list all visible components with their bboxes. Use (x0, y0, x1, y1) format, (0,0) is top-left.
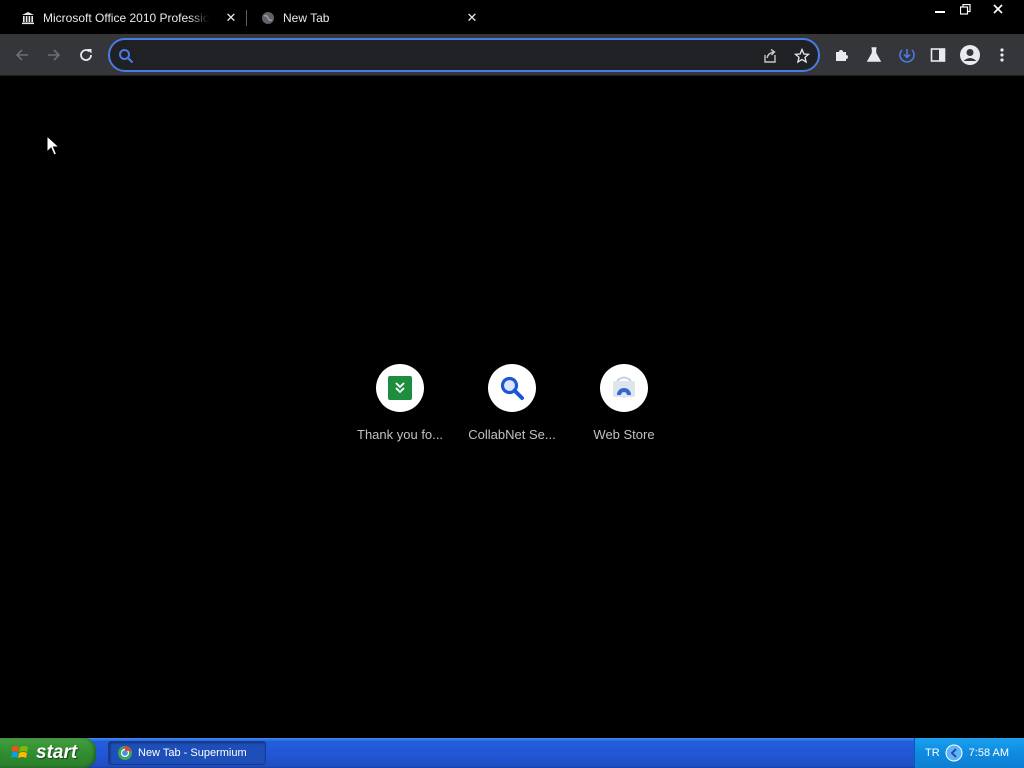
puzzle-icon (836, 50, 848, 61)
arrow-right-icon (48, 49, 61, 61)
taskbar-item-label: New Tab - Supermium (138, 747, 247, 759)
shortcut-tile[interactable]: Web Store (568, 363, 680, 453)
windows-logo-icon (11, 746, 28, 758)
bookmark-star-icon[interactable] (792, 46, 812, 66)
mouse-cursor-icon (46, 135, 60, 156)
side-panel-button[interactable] (926, 43, 950, 67)
side-panel-icon (930, 48, 946, 62)
labs-button[interactable] (862, 43, 886, 67)
shortcut-icon-circle (376, 364, 424, 412)
avatar-icon (960, 45, 980, 65)
address-input[interactable] (144, 46, 744, 66)
tab-office[interactable]: Microsoft Office 2010 Professional P ✕ (14, 2, 246, 34)
shortcut-icon-circle (488, 364, 536, 412)
language-indicator[interactable]: TR (925, 747, 940, 759)
search-icon (116, 46, 136, 66)
taskbar-item-browser[interactable]: New Tab - Supermium (108, 741, 266, 765)
tab-strip: Microsoft Office 2010 Professional P ✕ N… (0, 0, 1024, 34)
shortcut-label: Web Store (593, 427, 655, 442)
download-chevron-icon (388, 376, 412, 400)
tab-title: New Tab (283, 11, 330, 25)
close-tab-icon[interactable]: ✕ (223, 10, 239, 26)
profile-button[interactable] (958, 43, 982, 67)
browser-toolbar (0, 34, 1024, 76)
shortcut-label: CollabNet Se... (468, 427, 556, 442)
shortcut-tile[interactable]: Thank you fo... (344, 363, 456, 453)
forward-button[interactable] (42, 43, 66, 67)
taskbar: start New Tab - Supermium TR 7:58 AM (0, 738, 1024, 768)
download-progress-icon (899, 49, 915, 63)
close-tab-icon[interactable]: ✕ (464, 10, 480, 26)
address-bar[interactable] (108, 38, 820, 72)
restore-button[interactable] (951, 0, 979, 18)
menu-button[interactable] (990, 43, 1014, 67)
shortcut-tile[interactable]: CollabNet Se... (456, 363, 568, 453)
new-tab-page: Thank you fo... CollabNet Se... Web Stor… (0, 77, 1024, 738)
reload-button[interactable] (74, 43, 98, 67)
flask-icon (866, 47, 882, 62)
bank-icon (20, 10, 36, 26)
reload-icon (80, 49, 92, 61)
tab-title: Microsoft Office 2010 Professional P (43, 11, 209, 25)
shortcut-label: Thank you fo... (357, 427, 443, 442)
minimize-button[interactable] (926, 0, 954, 18)
download-button[interactable] (895, 43, 919, 67)
tab-new-tab[interactable]: New Tab ✕ (246, 2, 494, 34)
search-icon (500, 376, 524, 400)
start-label: start (36, 742, 78, 763)
kebab-menu-icon (1000, 48, 1004, 62)
system-tray: TR 7:58 AM (914, 738, 1024, 768)
globe-icon (260, 10, 276, 26)
clock[interactable]: 7:58 AM (969, 747, 1009, 759)
tray-expand-icon[interactable] (945, 744, 963, 762)
back-button[interactable] (10, 43, 34, 67)
start-button[interactable]: start (0, 738, 96, 768)
webstore-icon (613, 376, 635, 398)
arrow-left-icon (15, 49, 28, 61)
share-icon[interactable] (760, 46, 780, 66)
extensions-button[interactable] (830, 43, 854, 67)
shortcut-icon-circle (600, 364, 648, 412)
supermium-icon (118, 746, 132, 760)
close-window-button[interactable] (984, 0, 1012, 18)
